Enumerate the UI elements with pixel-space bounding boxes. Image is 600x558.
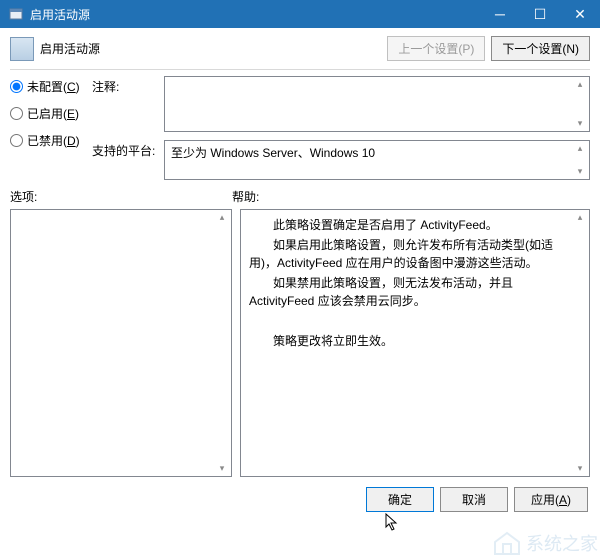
radio-enabled-label: 已启用(E)	[27, 105, 79, 122]
apply-button[interactable]: 应用(A)	[514, 487, 588, 512]
app-icon	[8, 6, 24, 22]
scrollbar[interactable]: ▴▾	[572, 212, 588, 474]
footer: 确定 取消 应用(A)	[0, 477, 600, 522]
ok-button[interactable]: 确定	[366, 487, 434, 512]
header-row: 启用活动源 上一个设置(P) 下一个设置(N)	[0, 28, 600, 65]
title-bar: 启用活动源 ─ ☐ ✕	[0, 0, 600, 28]
help-panel: 此策略设置确定是否启用了 ActivityFeed。 如果启用此策略设置，则允许…	[240, 209, 590, 477]
separator	[10, 69, 590, 70]
cancel-button[interactable]: 取消	[440, 487, 508, 512]
next-setting-button[interactable]: 下一个设置(N)	[491, 36, 590, 61]
supported-label: 支持的平台:	[92, 140, 158, 159]
close-button[interactable]: ✕	[560, 0, 600, 28]
comment-textarea[interactable]: ▴▾	[164, 76, 590, 132]
scrollbar[interactable]: ▴▾	[572, 143, 588, 177]
radio-not-configured-label: 未配置(C)	[27, 78, 80, 95]
radio-disabled-label: 已禁用(D)	[27, 132, 80, 149]
options-label: 选项:	[10, 188, 232, 205]
policy-title: 启用活动源	[40, 40, 387, 57]
window-title: 启用活动源	[30, 6, 480, 23]
radio-enabled-input[interactable]	[10, 107, 23, 120]
radio-enabled[interactable]: 已启用(E)	[10, 105, 92, 122]
scrollbar[interactable]: ▴▾	[572, 79, 588, 129]
help-label: 帮助:	[232, 188, 259, 205]
minimize-button[interactable]: ─	[480, 0, 520, 28]
radio-not-configured-input[interactable]	[10, 80, 23, 93]
supported-box: 至少为 Windows Server、Windows 10 ▴▾	[164, 140, 590, 180]
scrollbar[interactable]: ▴▾	[214, 212, 230, 474]
options-panel: ▴▾	[10, 209, 232, 477]
supported-text: 至少为 Windows Server、Windows 10	[171, 146, 375, 160]
comment-label: 注释:	[92, 76, 158, 95]
maximize-button[interactable]: ☐	[520, 0, 560, 28]
prev-setting-button: 上一个设置(P)	[387, 36, 485, 61]
help-text: 此策略设置确定是否启用了 ActivityFeed。 如果启用此策略设置，则允许…	[249, 216, 569, 350]
radio-disabled-input[interactable]	[10, 134, 23, 147]
policy-icon	[10, 37, 34, 61]
radio-not-configured[interactable]: 未配置(C)	[10, 78, 92, 95]
radio-group: 未配置(C) 已启用(E) 已禁用(D)	[10, 76, 92, 180]
radio-disabled[interactable]: 已禁用(D)	[10, 132, 92, 149]
watermark: 系统之家	[492, 530, 598, 556]
